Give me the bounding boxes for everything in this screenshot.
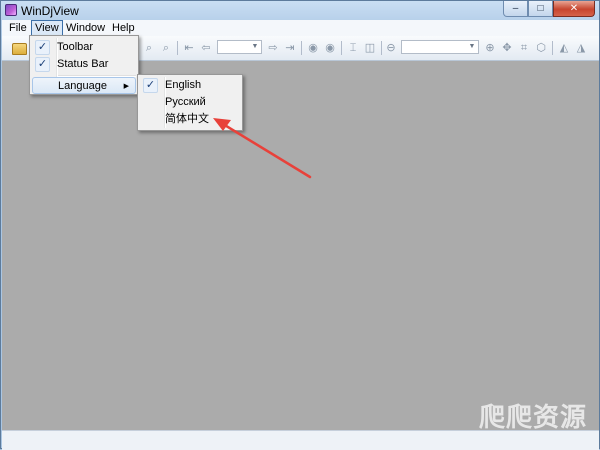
watermark-logo: 爬爬资源 [478, 403, 587, 433]
app-window: WinDjView ‒ □ ✕ File View Window Help ⌕ … [0, 0, 600, 450]
annotation-arrow [213, 118, 312, 179]
